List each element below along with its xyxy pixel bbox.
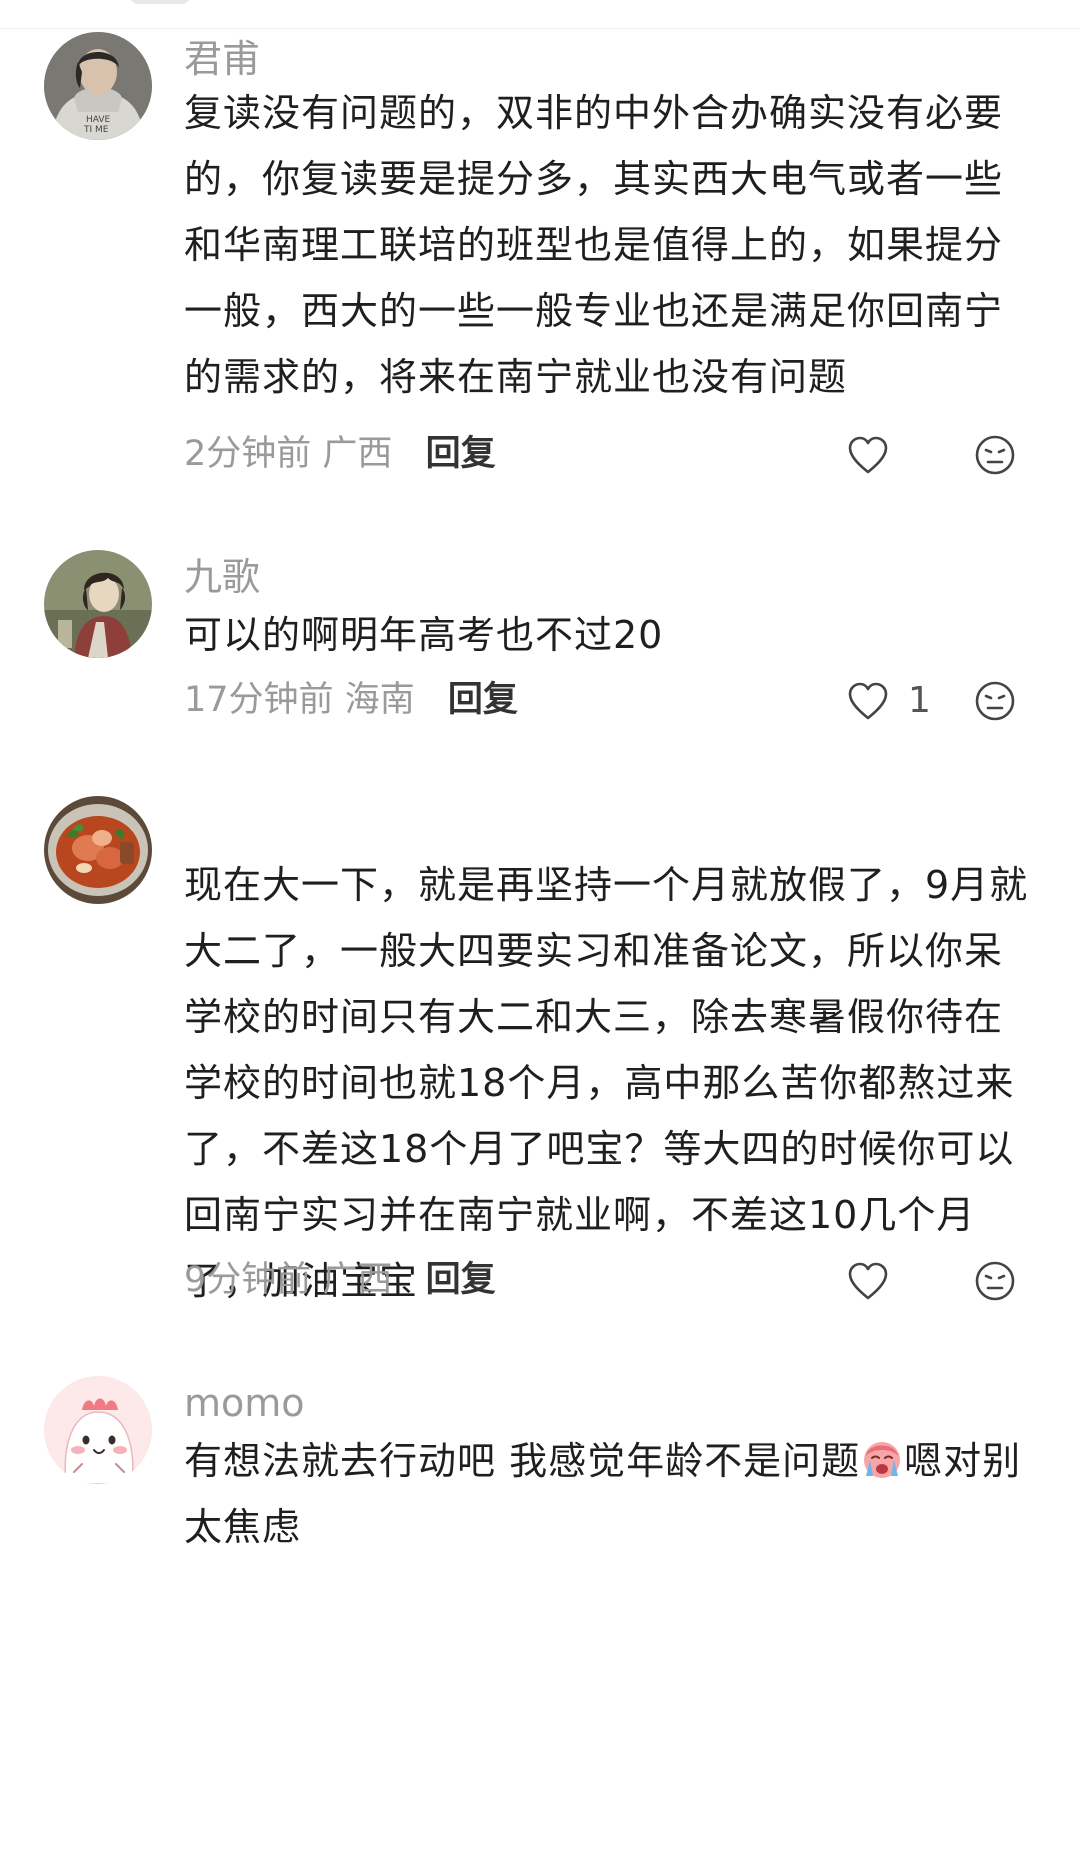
- dislike-button[interactable]: [974, 1260, 1016, 1302]
- like-button[interactable]: [846, 1256, 908, 1306]
- top-edge: [0, 0, 1080, 29]
- comment-time: 17分钟前: [184, 680, 334, 720]
- avatar[interactable]: [44, 1376, 152, 1484]
- username[interactable]: momo: [184, 1380, 305, 1426]
- comment-location: 广西: [322, 1260, 393, 1300]
- comment-text: 现在大一下，就是再坚持一个月就放假了，9月就大二了，一般大四要实习和准备论文，所…: [184, 863, 1029, 1303]
- heart-outline-icon: [848, 436, 888, 474]
- username[interactable]: 君甫: [184, 36, 260, 82]
- neutral-face-icon: [975, 1261, 1015, 1301]
- svg-text:HAVE: HAVE: [86, 115, 111, 125]
- neutral-face-icon: [975, 681, 1015, 721]
- comment-location: 广西: [322, 434, 393, 474]
- username[interactable]: 九歌: [184, 554, 260, 600]
- like-count: 1: [908, 680, 931, 721]
- comment-text-part: 有想法就去行动吧 我感觉年龄不是问题: [184, 1439, 861, 1483]
- comment-meta: 2分钟前 广西 回复: [184, 432, 496, 476]
- heart-outline-icon: [848, 682, 888, 720]
- comment-location: 海南: [344, 680, 415, 720]
- heart-outline-icon: [848, 1262, 888, 1300]
- dislike-button[interactable]: [974, 434, 1016, 476]
- comment-time: 2分钟前: [184, 434, 312, 474]
- comment-text: 可以的啊明年高考也不过20: [184, 613, 664, 657]
- comment-meta: 17分钟前 海南 回复: [184, 678, 518, 722]
- dislike-button[interactable]: [974, 680, 1016, 722]
- comment-time: 9分钟前: [184, 1260, 312, 1300]
- svg-text:TI ME: TI ME: [83, 125, 109, 135]
- avatar[interactable]: [44, 796, 152, 904]
- crying-face-emoji-icon: [864, 1442, 901, 1478]
- like-button[interactable]: [846, 430, 908, 480]
- comment-text: 复读没有问题的，双非的中外合办确实没有必要的，你复读要是提分多，其实西大电气或者…: [184, 91, 1004, 399]
- like-button[interactable]: 1: [846, 676, 931, 726]
- comment-text: 有想法就去行动吧 我感觉年龄不是问题 嗯对别太焦虑: [184, 1428, 1034, 1560]
- comment-meta: 9分钟前 广西 回复: [184, 1258, 496, 1302]
- neutral-face-icon: [975, 435, 1015, 475]
- drag-handle: [130, 0, 190, 4]
- avatar[interactable]: HAVE TI ME: [44, 32, 152, 140]
- avatar[interactable]: [44, 550, 152, 658]
- reply-button[interactable]: 回复: [448, 680, 518, 720]
- reply-button[interactable]: 回复: [426, 434, 496, 474]
- reply-button[interactable]: 回复: [426, 1260, 496, 1300]
